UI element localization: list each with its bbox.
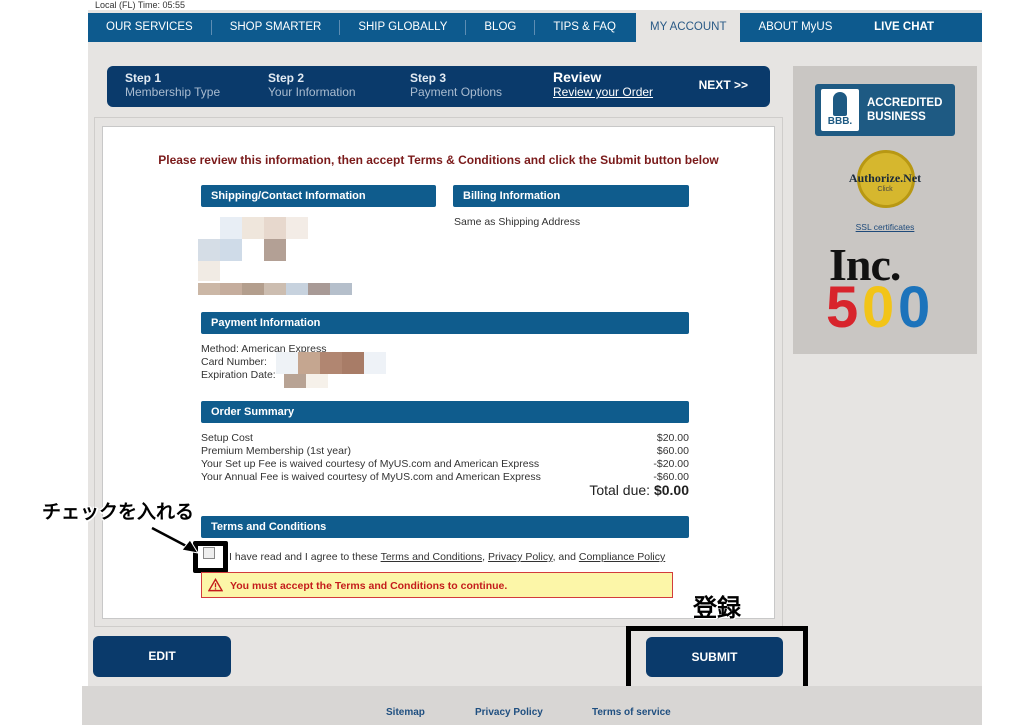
live-chat-link[interactable]: LIVE CHAT — [856, 20, 952, 35]
step-review: Review Review your Order — [553, 69, 653, 99]
redacted-address — [198, 217, 358, 297]
edit-button[interactable]: EDIT — [93, 636, 231, 677]
step-subtitle: Membership Type — [125, 85, 221, 99]
inc-digit-5: 5 — [826, 275, 859, 340]
footer-sitemap-link[interactable]: Sitemap — [386, 707, 425, 718]
and-text: , and — [552, 551, 576, 563]
step-subtitle: Payment Options — [410, 85, 503, 99]
terms-link[interactable]: Terms and Conditions — [381, 551, 483, 563]
nav-my-account[interactable]: MY ACCOUNT — [636, 13, 741, 42]
footer-privacy-link[interactable]: Privacy Policy — [475, 707, 543, 718]
step-3: Step 3 Payment Options — [410, 71, 502, 99]
step-title: Review — [553, 69, 602, 85]
nav-ship-globally[interactable]: SHIP GLOBALLY — [340, 20, 467, 35]
local-time: Local (FL) Time: 05:55 — [95, 0, 186, 10]
bbb-badge[interactable]: BBB. ACCREDITED BUSINESS — [815, 84, 955, 136]
payment-expiration: Expiration Date: — [201, 369, 276, 381]
privacy-policy-link[interactable]: Privacy Policy — [488, 551, 553, 563]
authorize-net-seal[interactable]: Authorize.Net Click — [843, 150, 927, 210]
inc-digit-0: 0 — [898, 275, 931, 340]
annotation-arrow-icon — [150, 525, 200, 554]
trust-badges: BBB. ACCREDITED BUSINESS Authorize.Net C… — [793, 66, 977, 354]
nav-our-services[interactable]: OUR SERVICES — [88, 20, 212, 35]
terms-warning: You must accept the Terms and Conditions… — [201, 572, 673, 598]
bbb-line-2: BUSINESS — [867, 111, 926, 123]
total-due: Total due: $0.00 — [201, 482, 689, 498]
order-summary-header: Order Summary — [201, 401, 689, 423]
summary-row: Setup Cost $20.00 — [201, 432, 689, 445]
checkout-steps: Step 1 Membership Type Step 2 Your Infor… — [107, 66, 770, 107]
redacted-card — [276, 352, 388, 388]
review-instructions: Please review this information, then acc… — [158, 153, 719, 167]
billing-section-header: Billing Information — [453, 185, 689, 207]
summary-row: Your Set up Fee is waived courtesy of My… — [201, 458, 689, 471]
step-1: Step 1 Membership Type — [125, 71, 220, 99]
compliance-policy-link[interactable]: Compliance Policy — [579, 551, 665, 563]
step-title: Step 3 — [410, 71, 447, 85]
submit-annotation: 登録 — [693, 595, 741, 622]
summary-label: Setup Cost — [201, 432, 253, 444]
footer-terms-link[interactable]: Terms of service — [592, 707, 671, 718]
total-label: Total due: — [589, 482, 651, 498]
nav-about-myus[interactable]: ABOUT MyUS — [740, 20, 850, 35]
terms-agreement: I have read and I agree to these Terms a… — [229, 551, 666, 563]
step-2: Step 2 Your Information — [268, 71, 356, 99]
authnet-click: Click — [877, 186, 893, 193]
review-order-link[interactable]: Review your Order — [553, 85, 653, 99]
terms-section-header: Terms and Conditions — [201, 516, 689, 538]
bbb-logo: BBB. — [821, 89, 859, 131]
summary-value: -$20.00 — [653, 458, 689, 470]
step-subtitle: Your Information — [268, 85, 356, 99]
nav-tips-faq[interactable]: TIPS & FAQ — [535, 20, 634, 35]
summary-label: Premium Membership (1st year) — [201, 445, 351, 457]
summary-label: Your Set up Fee is waived courtesy of My… — [201, 458, 540, 470]
summary-value: $20.00 — [656, 432, 689, 444]
billing-text: Same as Shipping Address — [454, 216, 581, 228]
bbb-logo-text: BBB. — [827, 116, 853, 127]
ssl-certificates-link[interactable]: SSL certificates — [793, 222, 977, 232]
step-title: Step 1 — [125, 71, 162, 85]
step-title: Step 2 — [268, 71, 305, 85]
payment-card-number: Card Number: — [201, 356, 267, 368]
nav-blog[interactable]: BLOG — [466, 20, 536, 35]
terms-prefix: I have read and I agree to these — [229, 551, 378, 563]
summary-row: Premium Membership (1st year) $60.00 — [201, 445, 689, 458]
warning-icon — [208, 578, 223, 592]
summary-value: $60.00 — [656, 445, 689, 457]
warning-text: You must accept the Terms and Conditions… — [230, 580, 508, 592]
total-value: $0.00 — [653, 482, 689, 498]
torch-icon — [833, 92, 847, 116]
authnet-name: Authorize.Net — [848, 171, 922, 185]
bbb-line-1: ACCREDITED — [867, 97, 943, 109]
inc-digit-0: 0 — [862, 275, 895, 340]
inc-500-logo: 5 0 0 — [826, 278, 946, 338]
top-navigation: OUR SERVICES SHOP SMARTER SHIP GLOBALLY … — [88, 13, 982, 42]
submit-button[interactable]: SUBMIT — [646, 637, 783, 677]
payment-section-header: Payment Information — [201, 312, 689, 334]
shipping-section-header: Shipping/Contact Information — [201, 185, 436, 207]
next-button[interactable]: NEXT >> — [699, 78, 748, 92]
nav-shop-smarter[interactable]: SHOP SMARTER — [212, 20, 341, 35]
footer: Sitemap Privacy Policy Terms of service — [82, 686, 982, 725]
bbb-text: ACCREDITED BUSINESS — [867, 96, 942, 124]
